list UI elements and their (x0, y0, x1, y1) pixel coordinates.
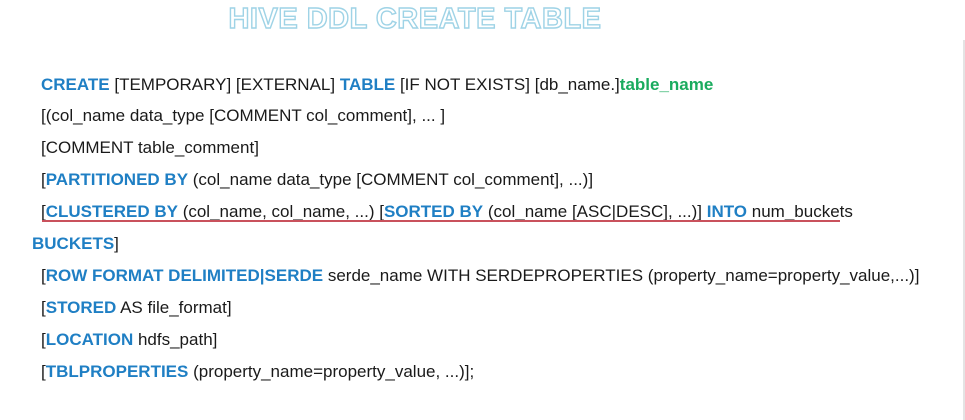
syntax-text: [IF NOT EXISTS] [db_name.] (395, 75, 620, 94)
keyword-clustered-by: CLUSTERED BY (45, 202, 178, 221)
syntax-text: [(col_name data_type [COMMENT col_commen… (41, 106, 446, 125)
keyword-partitioned-by: PARTITIONED BY (45, 170, 189, 189)
syntax-line-columns: [(col_name data_type [COMMENT col_commen… (41, 105, 445, 127)
syntax-line-row-format: [ROW FORMAT DELIMITED|SERDE serde_name W… (41, 265, 919, 287)
syntax-line-location: [LOCATION hdfs_path] (41, 329, 217, 351)
syntax-text: ] (114, 234, 119, 253)
syntax-line-stored: [STORED AS file_format] (41, 297, 232, 319)
syntax-line-tblproperties: [TBLPROPERTIES (property_name=property_v… (41, 361, 474, 383)
keyword-location: LOCATION (45, 330, 134, 349)
keyword-into: INTO (706, 202, 748, 221)
syntax-line-partitioned: [PARTITIONED BY (col_name data_type [COM… (41, 169, 593, 191)
syntax-line-comment: [COMMENT table_comment] (41, 137, 259, 159)
syntax-text: (property_name=property_value, ...)]; (188, 362, 475, 381)
keyword-row-format: ROW FORMAT DELIMITED|SERDE (45, 266, 324, 285)
syntax-text: AS file_format] (116, 298, 232, 317)
keyword-stored: STORED (45, 298, 117, 317)
syntax-text: (col_name data_type [COMMENT col_comment… (188, 170, 594, 189)
keyword-buckets: BUCKETS (32, 234, 115, 253)
syntax-line-buckets: BUCKETS] (32, 233, 119, 255)
syntax-text: (col_name, col_name, ...) [ (177, 202, 384, 221)
keyword-sorted-by: SORTED BY (383, 202, 484, 221)
syntax-text: [TEMPORARY] [EXTERNAL] (109, 75, 340, 94)
table-name-placeholder: table_name (619, 75, 714, 94)
syntax-text: [COMMENT table_comment] (41, 138, 259, 157)
highlight-underline (42, 220, 840, 222)
syntax-text: num_buckets (747, 202, 853, 221)
syntax-text: hdfs_path] (133, 330, 218, 349)
syntax-text: serde_name WITH SERDEPROPERTIES (propert… (323, 266, 920, 285)
syntax-text: (col_name [ASC|DESC], ...)] (483, 202, 707, 221)
syntax-line-create: CREATE [TEMPORARY] [EXTERNAL] TABLE [IF … (41, 74, 713, 96)
keyword-table: TABLE (339, 75, 396, 94)
keyword-create: CREATE (41, 75, 110, 94)
page-title: HIVE DDL CREATE TABLE (228, 2, 602, 35)
keyword-tblproperties: TBLPROPERTIES (45, 362, 189, 381)
